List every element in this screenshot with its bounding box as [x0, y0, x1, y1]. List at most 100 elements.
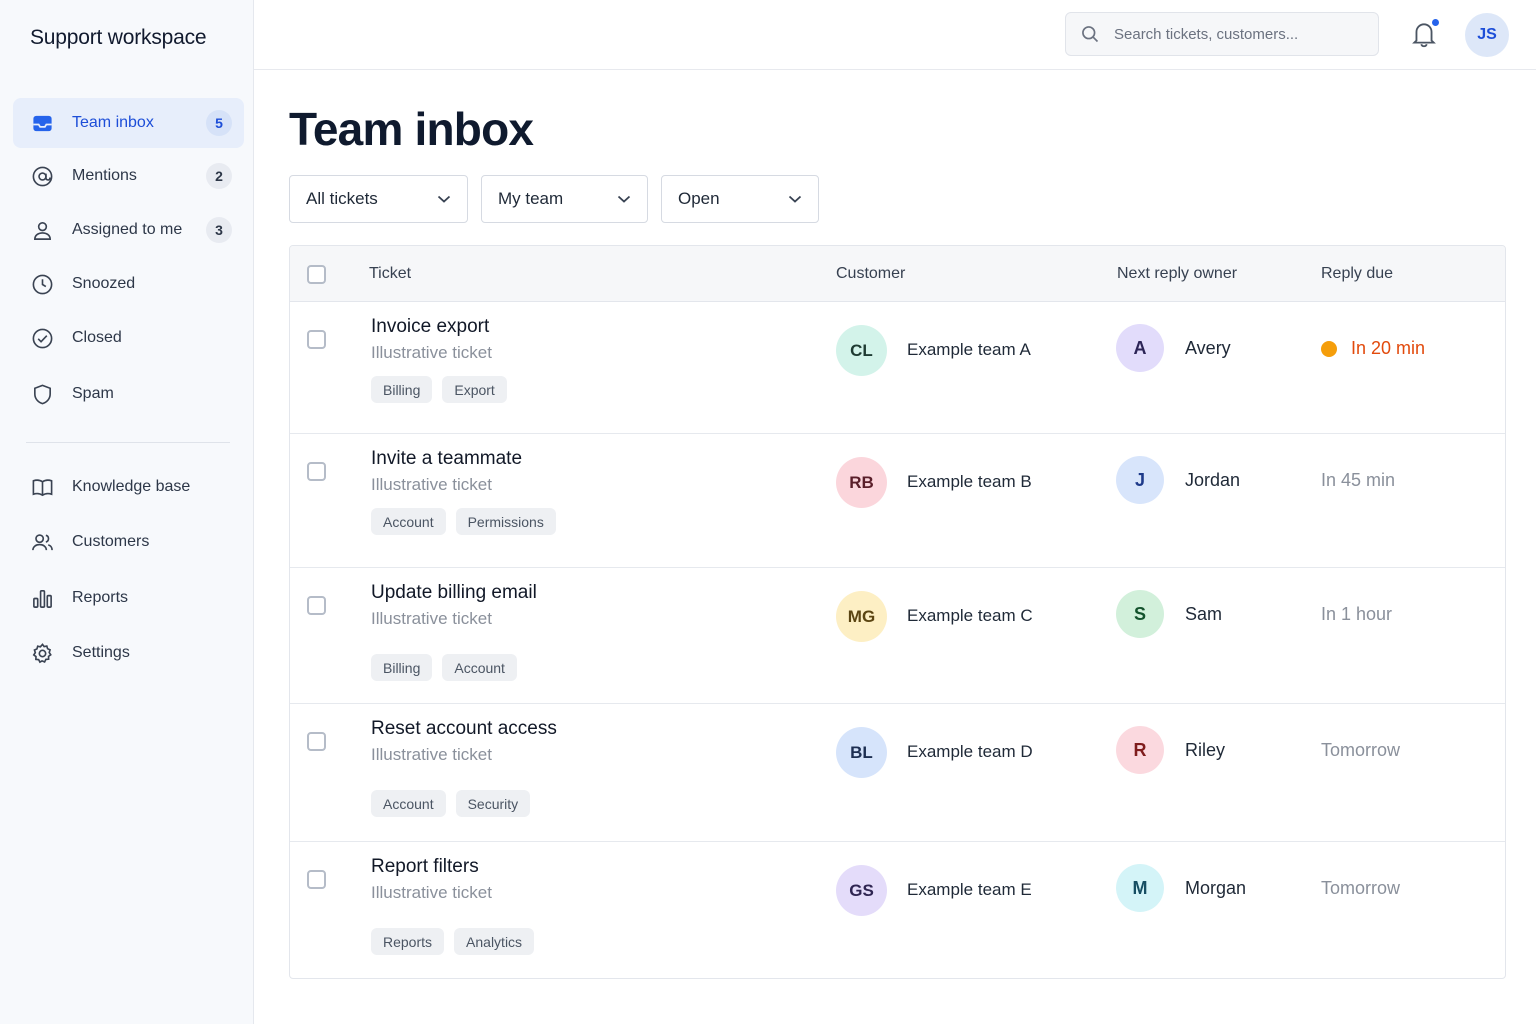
- search-icon: [1082, 26, 1099, 43]
- ticket-title[interactable]: Reset account access: [371, 718, 557, 740]
- sidebar-item-label: Snoozed: [72, 275, 136, 292]
- user-avatar[interactable]: JS: [1465, 13, 1509, 57]
- ticket-title[interactable]: Invite a teammate: [371, 448, 522, 470]
- table-row[interactable]: Report filters Illustrative ticket Reports…: [290, 842, 1505, 978]
- page-title: Team inbox: [289, 103, 534, 155]
- tag: Account: [442, 654, 517, 681]
- customer-avatar: BL: [836, 727, 887, 778]
- sidebar-item-knowledge-base[interactable]: Knowledge base: [13, 462, 244, 512]
- customer-name[interactable]: Example team E: [907, 880, 1032, 900]
- tag: Billing: [371, 654, 433, 681]
- filter-team-dropdown[interactable]: My team: [481, 175, 648, 223]
- ticket-title[interactable]: Report filters: [371, 856, 479, 878]
- sidebar-item-settings[interactable]: Settings: [13, 628, 244, 678]
- ticket-subtitle: Illustrative ticket: [371, 883, 492, 902]
- ticket-subtitle: Illustrative ticket: [371, 609, 492, 628]
- owner-name: Riley: [1185, 740, 1226, 760]
- column-header-owner[interactable]: Next reply owner: [1117, 265, 1237, 283]
- owner-avatar: A: [1116, 324, 1164, 372]
- reply-due: In 45 min: [1321, 470, 1396, 490]
- top-bar: JS: [254, 0, 1536, 70]
- column-header-reply-due[interactable]: Reply due: [1321, 265, 1393, 283]
- search-box[interactable]: [1065, 12, 1379, 56]
- tag: Permissions: [455, 508, 556, 535]
- table-row[interactable]: Invite a teammate Illustrative ticket Acco…: [290, 434, 1505, 568]
- tag: Analytics: [454, 928, 535, 955]
- bar-chart-icon: [30, 586, 54, 610]
- filter-status-dropdown[interactable]: Open: [661, 175, 819, 223]
- customer-avatar: GS: [836, 865, 887, 916]
- table-row[interactable]: Update billing email Illustrative ticket B…: [290, 568, 1505, 704]
- count-badge: 5: [206, 110, 232, 136]
- sidebar-item-assigned-to-me[interactable]: Assigned to me 3: [13, 205, 244, 255]
- ticket-tags: Account Permissions: [371, 508, 556, 535]
- reply-due: Tomorrow: [1321, 878, 1401, 898]
- row-checkbox[interactable]: [307, 596, 326, 615]
- at-sign-icon: [30, 164, 54, 188]
- owner-avatar: R: [1116, 726, 1164, 774]
- customer-name[interactable]: Example team D: [907, 742, 1033, 762]
- sidebar: Support workspace Team inbox 5 Mentions …: [0, 0, 254, 1024]
- ticket-tags: Account Security: [371, 790, 531, 817]
- gear-icon: [30, 641, 54, 665]
- column-header-customer[interactable]: Customer: [836, 265, 905, 283]
- sidebar-item-label: Customers: [72, 533, 150, 550]
- ticket-tags: Billing Export: [371, 376, 507, 403]
- row-checkbox[interactable]: [307, 330, 326, 349]
- tag: Export: [442, 376, 507, 403]
- filter-tickets-dropdown[interactable]: All tickets: [289, 175, 468, 223]
- ticket-tags: Billing Account: [371, 654, 517, 681]
- clock-icon: [30, 272, 54, 296]
- filter-label: All tickets: [306, 189, 378, 208]
- row-checkbox[interactable]: [307, 462, 326, 481]
- check-circle-icon: [30, 326, 54, 350]
- row-checkbox[interactable]: [307, 870, 326, 889]
- filter-label: Open: [678, 189, 720, 208]
- sidebar-item-label: Settings: [72, 644, 130, 661]
- sidebar-item-label: Team inbox: [72, 114, 154, 131]
- ticket-title[interactable]: Update billing email: [371, 582, 537, 604]
- select-all-checkbox[interactable]: [307, 265, 326, 284]
- sidebar-item-team-inbox[interactable]: Team inbox 5: [13, 98, 244, 148]
- owner-name: Jordan: [1185, 470, 1241, 490]
- sidebar-item-closed[interactable]: Closed: [13, 313, 244, 363]
- sidebar-item-reports[interactable]: Reports: [13, 573, 244, 623]
- customer-name[interactable]: Example team A: [907, 340, 1031, 360]
- owner-name: Morgan: [1185, 878, 1247, 898]
- ticket-subtitle: Illustrative ticket: [371, 745, 492, 764]
- sidebar-item-label: Closed: [72, 329, 122, 346]
- inbox-icon: [30, 111, 54, 135]
- tag: Billing: [371, 376, 433, 403]
- row-checkbox[interactable]: [307, 732, 326, 751]
- sidebar-item-label: Assigned to me: [72, 221, 183, 238]
- tickets-table: Ticket Customer Next reply owner Reply d…: [289, 245, 1506, 979]
- customer-name[interactable]: Example team B: [907, 472, 1032, 492]
- sidebar-item-snoozed[interactable]: Snoozed: [13, 259, 244, 309]
- sidebar-item-mentions[interactable]: Mentions 2: [13, 151, 244, 201]
- sidebar-item-label: Spam: [72, 385, 114, 402]
- count-badge: 2: [206, 163, 232, 189]
- owner-name: Sam: [1185, 604, 1223, 624]
- sidebar-item-spam[interactable]: Spam: [13, 369, 244, 419]
- reply-due: In 1 hour: [1321, 604, 1393, 624]
- workspace-title: Support workspace: [30, 26, 207, 49]
- book-icon: [30, 475, 54, 499]
- search-input[interactable]: [1114, 13, 1364, 55]
- owner-avatar: M: [1116, 864, 1164, 912]
- owner-avatar: S: [1116, 590, 1164, 638]
- reply-due: In 20 min: [1351, 338, 1426, 358]
- sidebar-divider: [26, 442, 230, 443]
- table-row[interactable]: Reset account access Illustrative ticket A…: [290, 704, 1505, 842]
- chevron-down-icon: [788, 195, 802, 203]
- table-row[interactable]: Invoice export Illustrative ticket Billing…: [290, 302, 1505, 434]
- customer-name[interactable]: Example team C: [907, 606, 1033, 626]
- owner-name: Avery: [1185, 338, 1231, 358]
- ticket-subtitle: Illustrative ticket: [371, 343, 492, 362]
- count-badge: 3: [206, 217, 232, 243]
- users-icon: [30, 530, 54, 554]
- user-icon: [30, 218, 54, 242]
- sidebar-item-customers[interactable]: Customers: [13, 517, 244, 567]
- column-header-ticket[interactable]: Ticket: [369, 265, 411, 283]
- tag: Reports: [371, 928, 445, 955]
- ticket-title[interactable]: Invoice export: [371, 316, 489, 338]
